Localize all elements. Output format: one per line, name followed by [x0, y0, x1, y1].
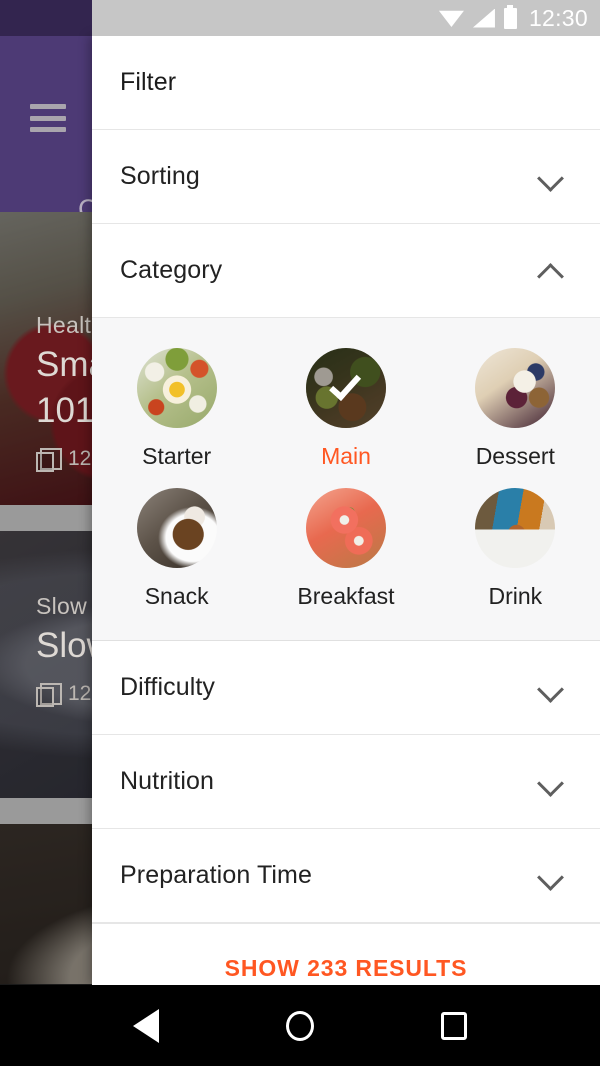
show-results-label: SHOW 233 RESULTS [224, 955, 468, 981]
filter-panel: Filter Sorting Category Starter Main Des… [92, 36, 600, 985]
category-option-label: Drink [488, 583, 543, 609]
hamburger-menu-icon[interactable] [30, 104, 66, 132]
check-icon [305, 348, 386, 428]
category-option-label: Snack [144, 583, 209, 609]
category-option-label: Breakfast [297, 583, 395, 609]
category-option-breakfast[interactable]: Breakfast [261, 480, 430, 620]
category-option-label: Starter [142, 443, 212, 469]
bookmark-icon [36, 448, 62, 472]
category-option-label: Dessert [475, 443, 555, 469]
filter-section-category[interactable]: Category [92, 224, 600, 318]
phone-screen: C Healthy Sma 101 12 D Slow C Slow 12 D … [0, 0, 600, 1066]
category-row: Starter Main Dessert [92, 340, 600, 480]
status-bar-clock: 12:30 [528, 4, 588, 31]
category-option-snack[interactable]: Snack [92, 480, 261, 620]
show-results-button[interactable]: SHOW 233 RESULTS [92, 923, 600, 985]
filter-section-label: Difficulty [120, 673, 216, 701]
circle-home-icon[interactable] [285, 1010, 314, 1041]
filter-section-label: Nutrition [120, 767, 214, 795]
status-bar: 12:30 [92, 0, 600, 36]
category-option-starter[interactable]: Starter [92, 340, 261, 480]
chevron-up-icon[interactable] [538, 258, 564, 284]
filter-section-difficulty[interactable]: Difficulty [92, 641, 600, 735]
category-option-dessert[interactable]: Dessert [431, 340, 600, 480]
triangle-back-icon[interactable] [133, 1008, 160, 1043]
category-thumbnail [136, 348, 217, 428]
category-option-label: Main [321, 443, 371, 469]
filter-section-preparation-time[interactable]: Preparation Time [92, 829, 600, 923]
category-option-drink[interactable]: Drink [431, 480, 600, 620]
category-option-main[interactable]: Main [261, 340, 430, 480]
filter-section-nutrition[interactable]: Nutrition [92, 735, 600, 829]
wifi-icon [438, 10, 464, 27]
android-nav-bar [0, 985, 600, 1066]
page-title: Filter [120, 68, 177, 96]
category-options-grid: Starter Main Dessert Snack Breakfast Dri… [92, 318, 600, 641]
filter-section-label: Sorting [120, 162, 200, 190]
chevron-down-icon[interactable] [538, 675, 564, 701]
filter-section-label: Preparation Time [120, 861, 312, 889]
square-recents-icon[interactable] [440, 1011, 467, 1040]
category-thumbnail [475, 488, 556, 568]
filter-section-sorting[interactable]: Sorting [92, 130, 600, 224]
signal-icon [472, 8, 495, 28]
bookmark-icon [36, 683, 62, 707]
chevron-down-icon[interactable] [538, 863, 564, 889]
chevron-down-icon[interactable] [538, 769, 564, 795]
chevron-down-icon[interactable] [538, 164, 564, 190]
category-thumbnail [475, 348, 556, 428]
category-thumbnail [305, 348, 386, 428]
filter-section-label: Category [120, 256, 223, 284]
category-thumbnail [136, 488, 217, 568]
filter-header: Filter [92, 36, 600, 130]
battery-icon [503, 4, 517, 29]
category-row: Snack Breakfast Drink [92, 480, 600, 620]
category-thumbnail [305, 488, 386, 568]
